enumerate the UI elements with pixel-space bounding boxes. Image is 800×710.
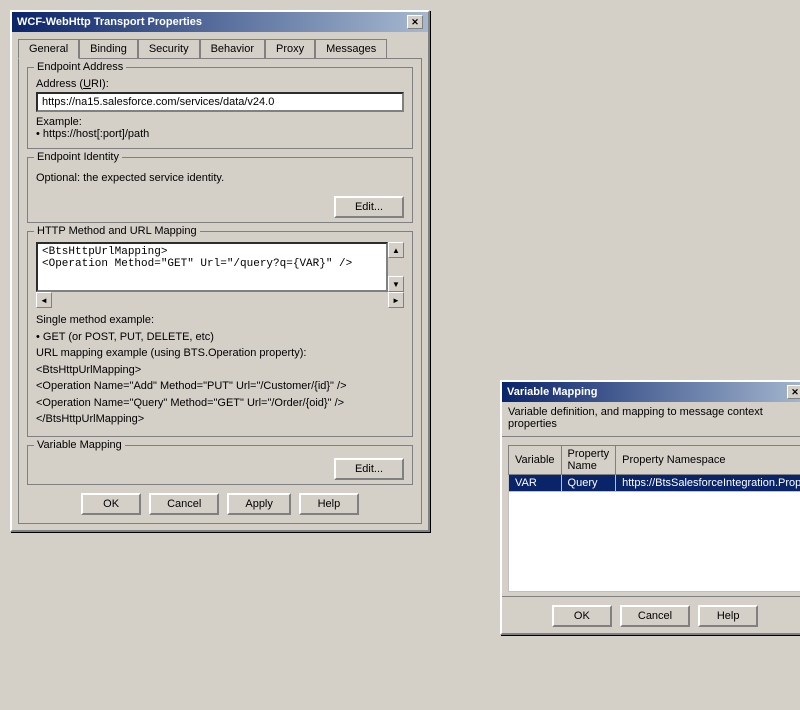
table-row[interactable]: VAR Query https://BtsSalesforceIntegrati… bbox=[509, 475, 800, 492]
endpoint-address-title: Endpoint Address bbox=[34, 61, 126, 73]
scroll-track-v bbox=[388, 258, 404, 276]
col-property-namespace: Property Namespace bbox=[616, 446, 800, 475]
vm-title: Variable Mapping bbox=[507, 386, 597, 398]
vm-header-row: Variable Property Name Property Namespac… bbox=[509, 446, 800, 475]
col-property-name: Property Name bbox=[561, 446, 616, 475]
vm-titlebar: Variable Mapping ✕ bbox=[502, 382, 800, 402]
bottom-buttons: OK Cancel Apply Help bbox=[27, 493, 413, 515]
address-input[interactable] bbox=[36, 92, 404, 112]
tab-proxy[interactable]: Proxy bbox=[265, 39, 315, 59]
vm-titlebar-buttons: ✕ bbox=[787, 385, 800, 399]
tab-binding[interactable]: Binding bbox=[79, 39, 138, 59]
cell-property-name: Query bbox=[561, 475, 616, 492]
endpoint-identity-group: Endpoint Identity Optional: the expected… bbox=[27, 157, 413, 223]
tab-general[interactable]: General bbox=[18, 39, 79, 59]
close-button[interactable]: ✕ bbox=[407, 15, 423, 29]
url-mapping-textarea: <BtsHttpUrlMapping> <Operation Method="G… bbox=[36, 242, 388, 292]
main-title: WCF-WebHttp Transport Properties bbox=[17, 16, 202, 28]
scroll-down-arrow[interactable]: ▼ bbox=[388, 276, 404, 292]
url-scrollbars: ▲ ▼ bbox=[388, 242, 404, 292]
window-content: General Binding Security Behavior Proxy … bbox=[12, 32, 428, 530]
url-mapping-content: <BtsHttpUrlMapping> <Operation Method="G… bbox=[36, 242, 404, 292]
tab-panel-general: Endpoint Address Address (URI): Example:… bbox=[18, 58, 422, 524]
help-button[interactable]: Help bbox=[299, 493, 359, 515]
identity-description: Optional: the expected service identity. bbox=[36, 168, 404, 188]
info-text: Single method example: • GET (or POST, P… bbox=[36, 312, 404, 428]
vm-table-body: VAR Query https://BtsSalesforceIntegrati… bbox=[509, 475, 800, 492]
vm-cancel-button[interactable]: Cancel bbox=[620, 605, 690, 627]
http-method-title: HTTP Method and URL Mapping bbox=[34, 225, 200, 237]
identity-edit-button[interactable]: Edit... bbox=[334, 196, 404, 218]
col-variable: Variable bbox=[509, 446, 562, 475]
example-text: Example: • https://host[:port]/path bbox=[36, 116, 404, 140]
address-label: Address (URI): bbox=[36, 78, 404, 90]
variable-mapping-dialog: Variable Mapping ✕ Variable definition, … bbox=[500, 380, 800, 635]
vm-close-button[interactable]: ✕ bbox=[787, 385, 800, 399]
table-empty-space bbox=[508, 492, 800, 592]
hscroll-left-arrow[interactable]: ◄ bbox=[36, 292, 52, 308]
vm-bottom-buttons: OK Cancel Help bbox=[502, 596, 800, 633]
tab-messages[interactable]: Messages bbox=[315, 39, 387, 59]
vm-subtitle: Variable definition, and mapping to mess… bbox=[502, 402, 800, 437]
scroll-up-arrow[interactable]: ▲ bbox=[388, 242, 404, 258]
variable-mapping-table: Variable Property Name Property Namespac… bbox=[508, 445, 800, 492]
tab-security[interactable]: Security bbox=[138, 39, 200, 59]
hscroll-right-arrow[interactable]: ► bbox=[388, 292, 404, 308]
variable-mapping-group: Variable Mapping Edit... bbox=[27, 445, 413, 485]
apply-button[interactable]: Apply bbox=[227, 493, 291, 515]
cancel-button[interactable]: Cancel bbox=[149, 493, 219, 515]
vm-table-header: Variable Property Name Property Namespac… bbox=[509, 446, 800, 475]
main-window: WCF-WebHttp Transport Properties ✕ Gener… bbox=[10, 10, 430, 532]
main-titlebar: WCF-WebHttp Transport Properties ✕ bbox=[12, 12, 428, 32]
vm-table-container: Variable Property Name Property Namespac… bbox=[502, 441, 800, 596]
cell-variable: VAR bbox=[509, 475, 562, 492]
hscroll-track bbox=[52, 292, 388, 308]
variable-mapping-title: Variable Mapping bbox=[34, 439, 125, 451]
variable-mapping-edit-button[interactable]: Edit... bbox=[334, 458, 404, 480]
endpoint-address-group: Endpoint Address Address (URI): Example:… bbox=[27, 67, 413, 149]
cell-property-namespace: https://BtsSalesforceIntegration.Prope bbox=[616, 475, 800, 492]
hscroll-container: ◄ ► bbox=[36, 292, 404, 308]
titlebar-buttons: ✕ bbox=[407, 15, 423, 29]
tab-behavior[interactable]: Behavior bbox=[200, 39, 265, 59]
vm-help-button[interactable]: Help bbox=[698, 605, 758, 627]
vm-ok-button[interactable]: OK bbox=[552, 605, 612, 627]
tab-bar: General Binding Security Behavior Proxy … bbox=[18, 38, 422, 58]
ok-button[interactable]: OK bbox=[81, 493, 141, 515]
http-method-group: HTTP Method and URL Mapping <BtsHttpUrlM… bbox=[27, 231, 413, 437]
endpoint-identity-title: Endpoint Identity bbox=[34, 151, 122, 163]
